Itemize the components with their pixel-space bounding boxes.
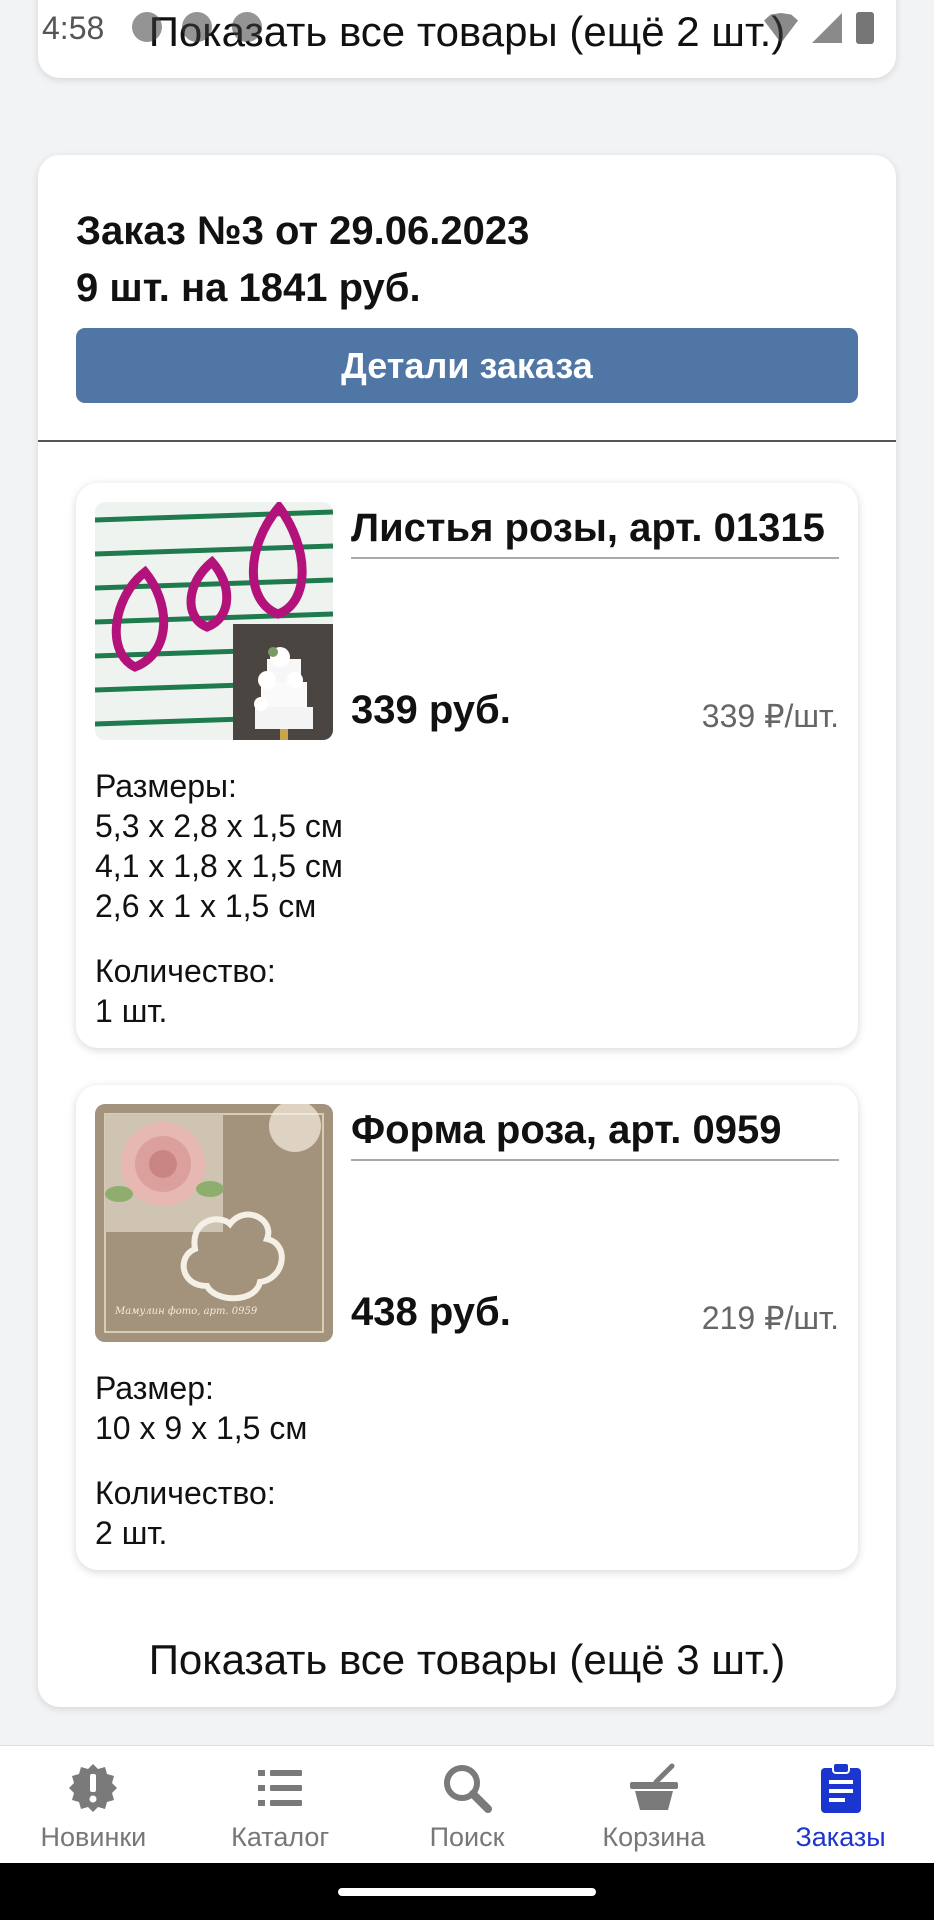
- item-unit-price: 339 ₽/шт.: [701, 698, 839, 734]
- order-item-card[interactable]: Листья розы, арт. 01315 339 руб. 339 ₽/ш…: [76, 483, 858, 1048]
- product-name[interactable]: Форма роза, арт. 0959: [351, 1105, 839, 1161]
- nav-label: Поиск: [429, 1822, 505, 1852]
- item-unit-price: 219 ₽/шт.: [701, 1300, 839, 1336]
- show-all-items-button[interactable]: Показать все товары (ещё 2 шт.): [38, 8, 896, 56]
- sizes-block: Размеры: 5,3 x 2,8 x 1,5 см 4,1 x 1,8 x …: [95, 766, 835, 926]
- quantity-value: 2 шт.: [95, 1515, 168, 1551]
- size-value: 4,1 x 1,8 x 1,5 см: [95, 848, 343, 884]
- nav-item-orders[interactable]: Заказы: [747, 1746, 934, 1863]
- item-details: Размеры: 5,3 x 2,8 x 1,5 см 4,1 x 1,8 x …: [95, 766, 835, 1056]
- clipboard-list-icon: [820, 1762, 861, 1813]
- order-details-button[interactable]: Детали заказа: [76, 328, 858, 403]
- quantity-label: Количество:: [95, 953, 276, 989]
- nav-item-search[interactable]: Поиск: [374, 1746, 561, 1863]
- nav-item-catalog[interactable]: Каталог: [187, 1746, 374, 1863]
- quantity-label: Количество:: [95, 1475, 276, 1511]
- order-header: Заказ №3 от 29.06.2023 9 шт. на 1841 руб…: [76, 203, 529, 317]
- system-navigation-bar: [0, 1863, 934, 1920]
- svg-text:Мамулин фото, арт. 0959: Мамулин фото, арт. 0959: [114, 1306, 258, 1317]
- order-card: Заказ №3 от 29.06.2023 9 шт. на 1841 руб…: [38, 155, 896, 1707]
- order-item-card[interactable]: Мамулин фото, арт. 0959 Форма роза, арт.…: [76, 1085, 858, 1570]
- size-value: 10 x 9 x 1,5 см: [95, 1410, 308, 1446]
- list-icon: [258, 1770, 303, 1806]
- quantity-block: Количество: 1 шт.: [95, 951, 835, 1031]
- divider: [38, 440, 896, 442]
- nav-item-new[interactable]: Новинки: [0, 1746, 187, 1863]
- nav-label: Каталог: [231, 1822, 330, 1852]
- previous-order-card: Показать все товары (ещё 2 шт.): [38, 0, 896, 78]
- nav-label: Корзина: [602, 1822, 706, 1852]
- order-title: Заказ №3 от 29.06.2023: [76, 209, 530, 253]
- product-image[interactable]: Мамулин фото, арт. 0959: [95, 1104, 333, 1342]
- alert-badge-icon: [69, 1764, 118, 1812]
- search-icon: [443, 1765, 492, 1813]
- product-name[interactable]: Листья розы, арт. 01315: [351, 503, 839, 559]
- item-details: Размер: 10 x 9 x 1,5 см Количество: 2 шт…: [95, 1368, 835, 1578]
- home-indicator[interactable]: [338, 1888, 596, 1896]
- sizes-label: Размер:: [95, 1370, 214, 1406]
- item-total-price: 339 руб.: [351, 688, 511, 732]
- nav-label: Новинки: [40, 1822, 147, 1852]
- product-image[interactable]: [95, 502, 333, 740]
- basket-icon: [629, 1763, 678, 1810]
- order-summary: 9 шт. на 1841 руб.: [76, 266, 421, 310]
- bottom-navigation: Новинки Каталог Поиск Корзина Заказы: [0, 1745, 934, 1863]
- quantity-block: Количество: 2 шт.: [95, 1473, 835, 1553]
- nav-item-cart[interactable]: Корзина: [560, 1746, 747, 1863]
- show-all-items-button[interactable]: Показать все товары (ещё 3 шт.): [38, 1635, 896, 1685]
- item-total-price: 438 руб.: [351, 1290, 511, 1334]
- sizes-label: Размеры:: [95, 768, 237, 804]
- nav-label: Заказы: [795, 1822, 886, 1852]
- quantity-value: 1 шт.: [95, 993, 168, 1029]
- size-value: 2,6 x 1 x 1,5 см: [95, 888, 317, 924]
- size-value: 5,3 x 2,8 x 1,5 см: [95, 808, 343, 844]
- sizes-block: Размер: 10 x 9 x 1,5 см: [95, 1368, 835, 1448]
